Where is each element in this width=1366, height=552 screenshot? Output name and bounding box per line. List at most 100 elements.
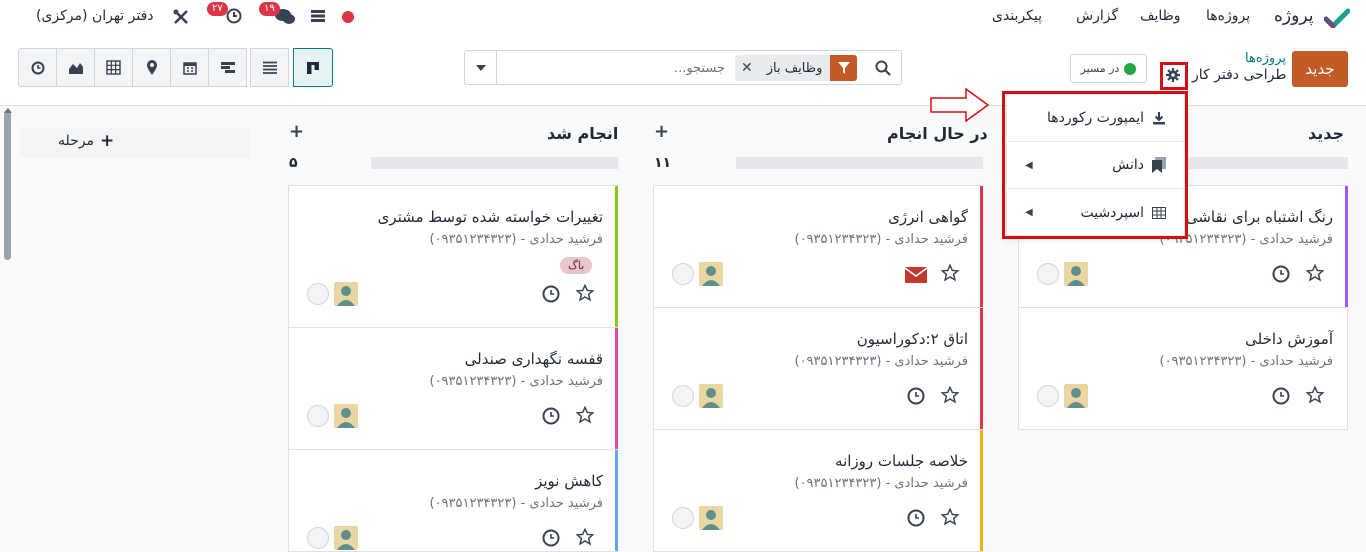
column-add-icon[interactable]: + <box>654 121 669 142</box>
card-title: قفسه نگهداری صندلی <box>464 350 603 368</box>
project-status-badge[interactable]: در مسیر <box>1070 54 1147 83</box>
tools-icon[interactable] <box>172 8 190 30</box>
avatar[interactable] <box>699 384 723 408</box>
column-title-in-progress[interactable]: در حال انجام <box>887 124 988 143</box>
column-progress-new <box>1180 157 1348 169</box>
new-button[interactable]: جدید <box>1292 51 1348 87</box>
area-chart-icon <box>68 62 83 74</box>
menu-configuration[interactable]: پیکربندی <box>992 8 1042 24</box>
column-add-icon[interactable]: + <box>289 121 304 142</box>
card-title: اتاق ۲:دکوراسیون <box>856 330 968 348</box>
view-kanban-button[interactable] <box>293 48 333 87</box>
kanban-state-icon[interactable] <box>672 263 694 285</box>
view-map-button[interactable] <box>132 48 171 87</box>
menu-projects[interactable]: پروژه‌ها <box>1206 8 1250 24</box>
card-title: گواهی انرژی <box>888 208 968 226</box>
kanban-state-icon[interactable] <box>672 507 694 529</box>
kanban-card[interactable]: قفسه نگهداری صندلی فرشید حدادی - (۰۹۳۵۱۲… <box>288 327 618 450</box>
star-icon[interactable] <box>940 263 960 286</box>
column-title-done[interactable]: انجام شد <box>547 124 618 143</box>
card-subtitle: فرشید حدادی - (۰۹۳۵۱۲۳۴۳۲۳) <box>429 374 603 389</box>
card-color-stripe <box>1345 186 1348 307</box>
view-gantt-button[interactable] <box>208 48 247 87</box>
star-icon[interactable] <box>575 527 595 550</box>
clock-icon[interactable] <box>542 529 560 551</box>
star-icon[interactable] <box>1305 263 1325 286</box>
star-icon[interactable] <box>575 283 595 306</box>
card-tag: باگ <box>560 257 593 274</box>
card-color-stripe <box>615 450 618 551</box>
clock-icon[interactable] <box>907 509 925 531</box>
column-count: ۵ <box>289 155 298 171</box>
search-icon[interactable] <box>875 60 891 80</box>
activity-clock-icon[interactable] <box>226 8 242 28</box>
kanban-state-icon[interactable] <box>1037 263 1059 285</box>
view-activity-button[interactable] <box>18 48 57 87</box>
card-subtitle: فرشید حدادی - (۰۹۳۵۱۲۳۴۳۲۳) <box>429 232 603 247</box>
kanban-card[interactable]: خلاصه جلسات روزانه فرشید حدادی - (۰۹۳۵۱۲… <box>653 429 983 552</box>
view-graph-button[interactable] <box>56 48 95 87</box>
company-switcher[interactable]: دفتر تهران (مرکزی) <box>36 8 154 24</box>
avatar[interactable] <box>699 262 723 286</box>
card-color-stripe <box>980 430 983 551</box>
star-icon[interactable] <box>940 507 960 530</box>
avatar[interactable] <box>334 282 358 306</box>
kanban-state-icon[interactable] <box>307 405 329 427</box>
list-icon <box>262 61 277 74</box>
gear-highlight-box <box>1160 62 1188 90</box>
breadcrumb-projects[interactable]: پروژه‌ها <box>1245 51 1286 66</box>
kanban-card[interactable]: کاهش نویز فرشید حدادی - (۰۹۳۵۱۲۳۴۳۲۳) <box>288 449 618 552</box>
clock-icon[interactable] <box>1272 387 1290 409</box>
server-icon[interactable] <box>310 9 326 27</box>
menu-reporting[interactable]: گزارش <box>1076 8 1118 24</box>
brand-name[interactable]: پروژه <box>1274 6 1313 26</box>
clock-icon[interactable] <box>542 285 560 307</box>
card-color-stripe <box>615 186 618 327</box>
search-input[interactable] <box>605 57 725 79</box>
star-icon[interactable] <box>575 405 595 428</box>
calendar-icon <box>182 61 197 75</box>
kanban-state-icon[interactable] <box>1037 385 1059 407</box>
clock-icon[interactable] <box>1272 265 1290 287</box>
avatar[interactable] <box>334 404 358 428</box>
kanban-state-icon[interactable] <box>307 283 329 305</box>
dropdown-highlight-box <box>1002 91 1188 239</box>
view-pivot-button[interactable] <box>94 48 133 87</box>
star-icon[interactable] <box>940 385 960 408</box>
avatar[interactable] <box>334 526 358 550</box>
clock-icon[interactable] <box>907 387 925 409</box>
card-title: خلاصه جلسات روزانه <box>835 452 968 470</box>
top-navbar: پروژه پروژه‌ها وظایف گزارش پیکربندی ۱۹ ۲… <box>0 0 1366 34</box>
app-logo-icon[interactable] <box>1323 8 1351 30</box>
avatar[interactable] <box>1064 262 1088 286</box>
column-title-new[interactable]: جدید <box>1308 124 1344 143</box>
kanban-card[interactable]: گواهی انرژی فرشید حدادی - (۰۹۳۵۱۲۳۴۳۲۳) <box>653 185 983 308</box>
kanban-icon <box>307 61 319 74</box>
add-stage-button[interactable]: مرحله + <box>58 131 114 151</box>
kanban-card[interactable]: آموزش داخلی فرشید حدادی - (۰۹۳۵۱۲۳۴۳۲۳) <box>1018 307 1348 430</box>
menu-tasks[interactable]: وظایف <box>1140 8 1181 24</box>
facet-remove-icon[interactable]: ✕ <box>735 60 759 76</box>
card-title: تغییرات خواسته شده توسط مشتری <box>377 208 603 226</box>
envelope-icon[interactable] <box>904 267 928 287</box>
activity-badge: ۲۷ <box>207 2 228 16</box>
scrollbar[interactable] <box>4 110 11 260</box>
avatar[interactable] <box>699 506 723 530</box>
star-icon[interactable] <box>1305 385 1325 408</box>
grid-icon <box>106 60 121 75</box>
view-list-button[interactable] <box>250 48 289 87</box>
avatar[interactable] <box>1064 384 1088 408</box>
kanban-state-icon[interactable] <box>307 527 329 549</box>
kanban-state-icon[interactable] <box>672 385 694 407</box>
kanban-card[interactable]: اتاق ۲:دکوراسیون فرشید حدادی - (۰۹۳۵۱۲۳۴… <box>653 307 983 430</box>
gantt-icon <box>220 62 235 73</box>
scroll-up-icon[interactable] <box>4 108 12 113</box>
messages-badge: ۱۹ <box>259 2 280 16</box>
search-dropdown-toggle[interactable] <box>465 51 497 84</box>
clock-icon[interactable] <box>542 407 560 429</box>
view-calendar-button[interactable] <box>170 48 209 87</box>
kanban-card[interactable]: تغییرات خواسته شده توسط مشتری فرشید حداد… <box>288 185 618 328</box>
search-facet[interactable]: ✕ وظایف باز <box>735 55 858 81</box>
column-progress-done <box>371 157 618 169</box>
status-dot-icon[interactable] <box>342 11 354 23</box>
